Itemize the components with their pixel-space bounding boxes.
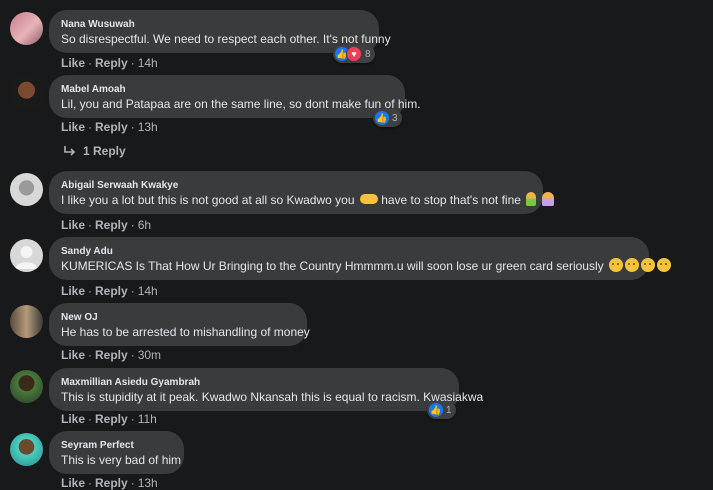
comment-text: So disrespectful. We need to respect eac…: [61, 32, 391, 46]
avatar[interactable]: [10, 12, 43, 45]
person-emoji: [526, 192, 537, 206]
comment-text: Lil, you and Patapaa are on the same lin…: [61, 97, 421, 111]
timestamp[interactable]: 14h: [138, 284, 158, 298]
avatar[interactable]: [10, 433, 43, 466]
heart-icon: ♥: [346, 46, 362, 62]
reply-button[interactable]: Reply: [95, 56, 128, 70]
like-button[interactable]: Like: [61, 120, 85, 134]
like-button[interactable]: Like: [61, 476, 85, 490]
comment-actions: Like · Reply · 14h: [61, 56, 158, 70]
replies-count[interactable]: 1 Reply: [83, 144, 126, 158]
comment-text: KUMERICAS Is That How Ur Bringing to the…: [61, 258, 671, 275]
thinking-face-emoji: [608, 258, 623, 272]
timestamp[interactable]: 13h: [138, 120, 158, 134]
reply-button[interactable]: Reply: [95, 476, 128, 490]
comment-actions: Like · Reply · 11h: [61, 412, 157, 426]
author-name[interactable]: Seyram Perfect: [61, 439, 172, 452]
timestamp[interactable]: 13h: [138, 476, 158, 490]
avatar[interactable]: [10, 370, 43, 403]
view-replies-link[interactable]: 1 Reply: [63, 144, 126, 158]
comment-actions: Like · Reply · 14h: [61, 284, 158, 298]
thinking-face-emoji: [656, 258, 671, 272]
like-button[interactable]: Like: [61, 284, 85, 298]
avatar[interactable]: [10, 77, 43, 110]
author-name[interactable]: New OJ: [61, 311, 295, 324]
like-button[interactable]: Like: [61, 56, 85, 70]
like-button[interactable]: Like: [61, 412, 85, 426]
reaction-count: 1: [446, 404, 452, 416]
comment-actions: Like · Reply · 13h: [61, 120, 158, 134]
comment-actions: Like · Reply · 30m: [61, 348, 162, 362]
reaction-count: 8: [365, 48, 371, 60]
timestamp[interactable]: 30m: [138, 348, 161, 362]
reply-button[interactable]: Reply: [95, 120, 128, 134]
author-name[interactable]: Abigail Serwaah Kwakye: [61, 179, 531, 192]
author-name[interactable]: Sandy Adu: [61, 245, 637, 258]
comment-bubble: Nana Wusuwah So disrespectful. We need t…: [49, 10, 391, 53]
comment-text: This is stupidity at it peak. Kwadwo Nka…: [61, 390, 484, 404]
thumbs-up-icon: 👍: [375, 111, 389, 125]
timestamp[interactable]: 6h: [138, 218, 151, 232]
reply-button[interactable]: Reply: [95, 218, 128, 232]
reply-button[interactable]: Reply: [95, 412, 128, 426]
author-name[interactable]: Nana Wusuwah: [61, 18, 367, 31]
avatar[interactable]: [10, 173, 43, 206]
author-name[interactable]: Mabel Amoah: [61, 83, 393, 96]
pointing-hand-emoji: [359, 194, 378, 204]
comment-bubble: Sandy Adu KUMERICAS Is That How Ur Bring…: [49, 237, 671, 280]
reaction-summary[interactable]: 👍 1: [427, 401, 456, 419]
reply-arrow-icon: [64, 146, 76, 156]
timestamp[interactable]: 14h: [138, 56, 158, 70]
like-button[interactable]: Like: [61, 348, 85, 362]
comment-bubble: Abigail Serwaah Kwakye I like you a lot …: [49, 171, 554, 214]
reaction-summary[interactable]: 👍 ♥ 8: [333, 45, 375, 63]
thinking-face-emoji: [624, 258, 639, 272]
thumbs-up-icon: 👍: [429, 403, 443, 417]
timestamp[interactable]: 11h: [138, 412, 157, 426]
comment-text: This is very bad of him: [61, 453, 182, 467]
author-name[interactable]: Maxmillian Asiedu Gyambrah: [61, 376, 447, 389]
avatar[interactable]: [10, 239, 43, 272]
reaction-count: 3: [392, 112, 398, 124]
reply-button[interactable]: Reply: [95, 284, 128, 298]
comment-bubble: New OJ He has to be arrested to mishandl…: [49, 303, 310, 346]
comment-actions: Like · Reply · 13h: [61, 476, 158, 490]
comment-text: He has to be arrested to mishandling of …: [61, 325, 310, 339]
person-gesturing-emoji: [541, 192, 554, 206]
comment-bubble: Mabel Amoah Lil, you and Patapaa are on …: [49, 75, 421, 118]
avatar[interactable]: [10, 305, 43, 338]
comment-actions: Like · Reply · 6h: [61, 218, 152, 232]
comment-bubble: Seyram Perfect This is very bad of him: [49, 431, 184, 474]
reply-button[interactable]: Reply: [95, 348, 128, 362]
default-avatar-icon: [15, 246, 38, 269]
comment-bubble: Maxmillian Asiedu Gyambrah This is stupi…: [49, 368, 484, 411]
thinking-face-emoji: [640, 258, 655, 272]
reaction-summary[interactable]: 👍 3: [373, 109, 402, 127]
like-button[interactable]: Like: [61, 218, 85, 232]
comment-text: I like you a lot but this is not good at…: [61, 192, 554, 209]
